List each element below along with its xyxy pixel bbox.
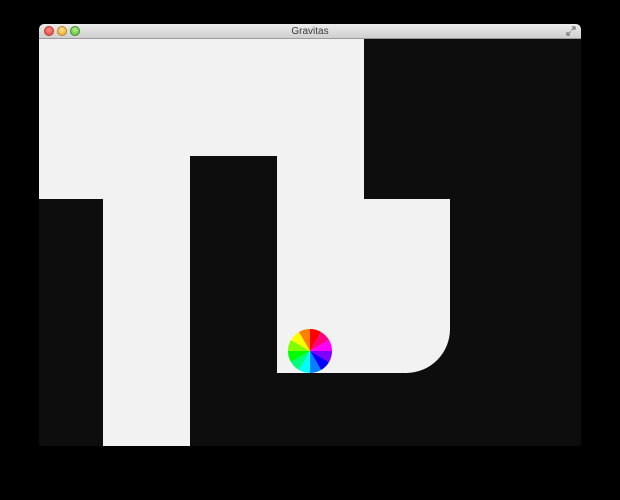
fullscreen-icon[interactable] <box>566 26 576 36</box>
ball <box>288 329 332 373</box>
game-window: Gravitas <box>39 24 581 446</box>
title-bar[interactable]: Gravitas <box>39 24 581 39</box>
game-canvas[interactable] <box>39 39 581 446</box>
floor-region-main <box>39 39 450 446</box>
window-title: Gravitas <box>291 26 329 37</box>
